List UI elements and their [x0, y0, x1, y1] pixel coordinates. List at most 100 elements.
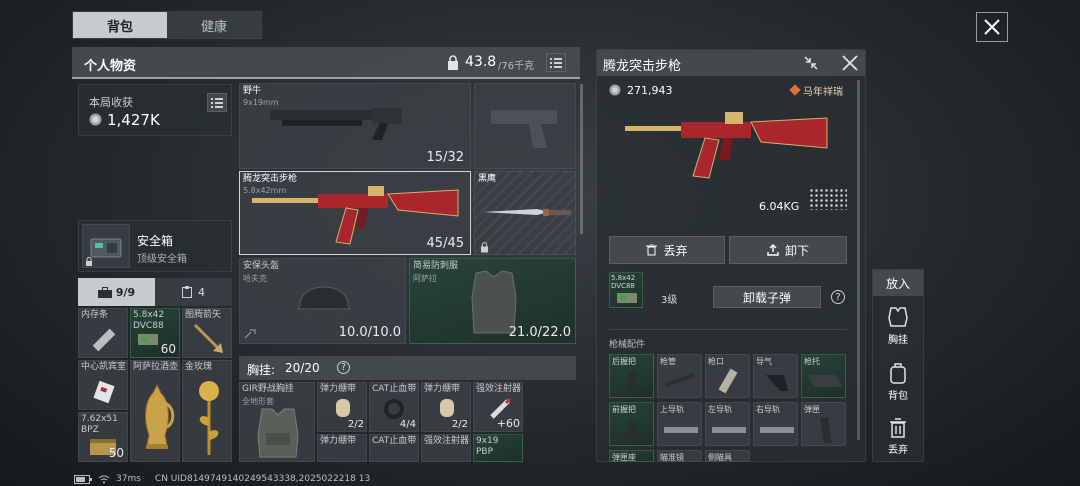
scrollbar[interactable] [580, 84, 583, 234]
lock-icon [86, 257, 92, 266]
detail-price: 271,943 [627, 84, 673, 97]
chest-label: 胸挂: [247, 363, 276, 377]
part-slot[interactable]: 前握把 [609, 402, 654, 446]
melee-slot[interactable]: 黑鹰 [474, 171, 576, 255]
knife-icon [483, 209, 571, 216]
tourniquet-icon [384, 399, 404, 419]
pistol-slot[interactable] [474, 83, 576, 169]
quick-backpack-button[interactable]: 背包 [873, 362, 923, 406]
stash-item[interactable]: 7.62x51 BPZ 50 [78, 412, 128, 462]
detail-title: 腾龙突击步枪 [603, 59, 682, 74]
detail-panel: 腾龙突击步枪 271,943 马年祥瑞 6.04KG 丢弃 卸下 5.8x42 … [596, 49, 866, 462]
case-tabs: 9/9 4 [78, 278, 232, 306]
stash-item[interactable]: 5.8x42 DVC88 60 [130, 308, 180, 358]
close-icon[interactable] [841, 54, 859, 72]
coin-icon [89, 113, 102, 126]
battery-icon [74, 474, 92, 484]
close-button[interactable] [976, 12, 1008, 42]
barrel-icon [665, 373, 695, 387]
part-slot[interactable]: 右导轨 [753, 402, 798, 446]
chest-grid: 弹力绷带 2/2 CAT止血带 4/4 弹力绷带 2/2 强效注射器 +60 弹… [317, 382, 527, 462]
ping: 37ms [116, 474, 141, 484]
unload-ammo-button[interactable]: 卸载子弹 [713, 286, 821, 308]
chest-item[interactable]: 强效注射器 [421, 434, 471, 462]
tab-case-count: 9/9 [115, 285, 136, 299]
detail-header: 腾龙突击步枪 [597, 50, 865, 76]
unload-button[interactable]: 卸下 [729, 236, 847, 264]
chest-item[interactable]: 强效注射器 +60 [473, 382, 523, 432]
ammo-box-icon [138, 334, 158, 345]
repair-icon [244, 329, 256, 339]
chest-help-icon[interactable]: ? [337, 361, 350, 374]
earnings-card: 本局收获 1,427K [78, 84, 232, 136]
uid: CN UID8149749140249543338,2025022218 13 [154, 474, 371, 484]
chest-item[interactable]: 弹力绷带 2/2 [317, 382, 367, 432]
chest-item[interactable]: 弹力绷带 2/2 [421, 382, 471, 432]
tab-backpack[interactable]: 背包 [73, 12, 167, 38]
tab-case[interactable]: 9/9 [78, 278, 155, 306]
skin-diamond-icon [789, 84, 801, 96]
collapse-icon[interactable] [803, 55, 819, 71]
list-icon [550, 57, 562, 68]
chest-value: 20/20 [285, 361, 320, 375]
ammo-level: 3级 [661, 295, 678, 306]
part-slot[interactable]: 后握把 [609, 354, 654, 398]
part-slot[interactable]: 弹匣 [801, 402, 846, 446]
earnings-value: 1,427K [107, 111, 160, 129]
quick-discard-button[interactable]: 丢弃 [873, 418, 923, 462]
rifle-icon [270, 108, 458, 140]
earnings-list-button[interactable] [207, 93, 227, 112]
stash-item[interactable]: 图腾箭矢 [182, 308, 232, 358]
stash-item[interactable]: 金玫瑰 [182, 360, 232, 462]
part-slot[interactable]: 瞄准镜 [657, 450, 702, 462]
muzzle-icon [718, 368, 738, 394]
stash-item[interactable]: 内存条 [78, 308, 128, 358]
primary-weapon-slot[interactable]: 野牛 9x19mm 15/32 [239, 83, 471, 169]
part-slot[interactable]: 弹匣座 [609, 450, 654, 462]
quick-chest-button[interactable]: 胸挂 [873, 306, 923, 350]
briefcase-icon [97, 286, 112, 298]
discard-button[interactable]: 丢弃 [609, 236, 725, 264]
backpack-icon [890, 363, 906, 384]
chest-item[interactable]: CAT止血带 [369, 434, 419, 462]
secondary-weapon-slot[interactable]: 腾龙突击步枪 5.8x42mm 45/45 [239, 171, 471, 255]
gold-rose-icon [199, 381, 219, 455]
chest-item[interactable]: 弹力绷带 [317, 434, 367, 462]
keycard-icon [93, 380, 115, 404]
helmet-slot[interactable]: 安保头盔 哈夫克 10.0/10.0 [239, 258, 406, 344]
part-slot[interactable]: 侧瞄具 [705, 450, 750, 462]
clipboard-icon [182, 286, 192, 298]
safebox-card[interactable]: 安全箱 顶级安全箱 [78, 220, 232, 272]
part-slot[interactable]: 枪托 [801, 354, 846, 398]
safebox-type: 顶级安全箱 [137, 254, 187, 265]
ammo-box-icon [617, 293, 637, 303]
vest-icon [888, 307, 908, 327]
arrow-icon [193, 323, 223, 353]
part-slot[interactable]: 左导轨 [705, 402, 750, 446]
ammo-help-icon[interactable]: ? [831, 290, 845, 304]
chest-item[interactable]: 9x19 PBP [473, 434, 523, 462]
armor-slot[interactable]: 简易防刺服 阿萨拉 21.0/22.0 [409, 258, 576, 344]
tab-other[interactable]: 4 [155, 278, 232, 306]
part-slot[interactable]: 枪口 [705, 354, 750, 398]
stash-item[interactable]: 阿萨拉酒壶 [130, 360, 180, 462]
part-slot[interactable]: 上导轨 [657, 402, 702, 446]
detail-weight: 6.04KG [759, 200, 800, 213]
chest-item[interactable]: CAT止血带 4/4 [369, 382, 419, 432]
weight-list-button[interactable] [546, 53, 566, 72]
stash-item[interactable]: 中心凯宾室 [78, 360, 128, 410]
quick-title-bar: 放入 [873, 270, 923, 296]
part-slot[interactable]: 导气 [753, 354, 798, 398]
part-slot[interactable]: 枪管 [657, 354, 702, 398]
personal-header: 个人物资 43.8 /76千克 [72, 47, 580, 79]
weight-value: 43.8 [465, 54, 497, 70]
trash-icon [646, 244, 658, 256]
scrollbar[interactable] [857, 80, 860, 440]
size-grid-icon [809, 188, 847, 210]
foregrip-icon [629, 421, 637, 441]
ammo-slot[interactable]: 5.8x42 DVC88 [609, 272, 643, 308]
tab-health[interactable]: 健康 [167, 12, 261, 38]
lock-icon [481, 242, 488, 253]
memory-icon [92, 328, 116, 352]
chest-rig-slot[interactable]: GIR野战胸挂 全地形套 [239, 382, 315, 462]
